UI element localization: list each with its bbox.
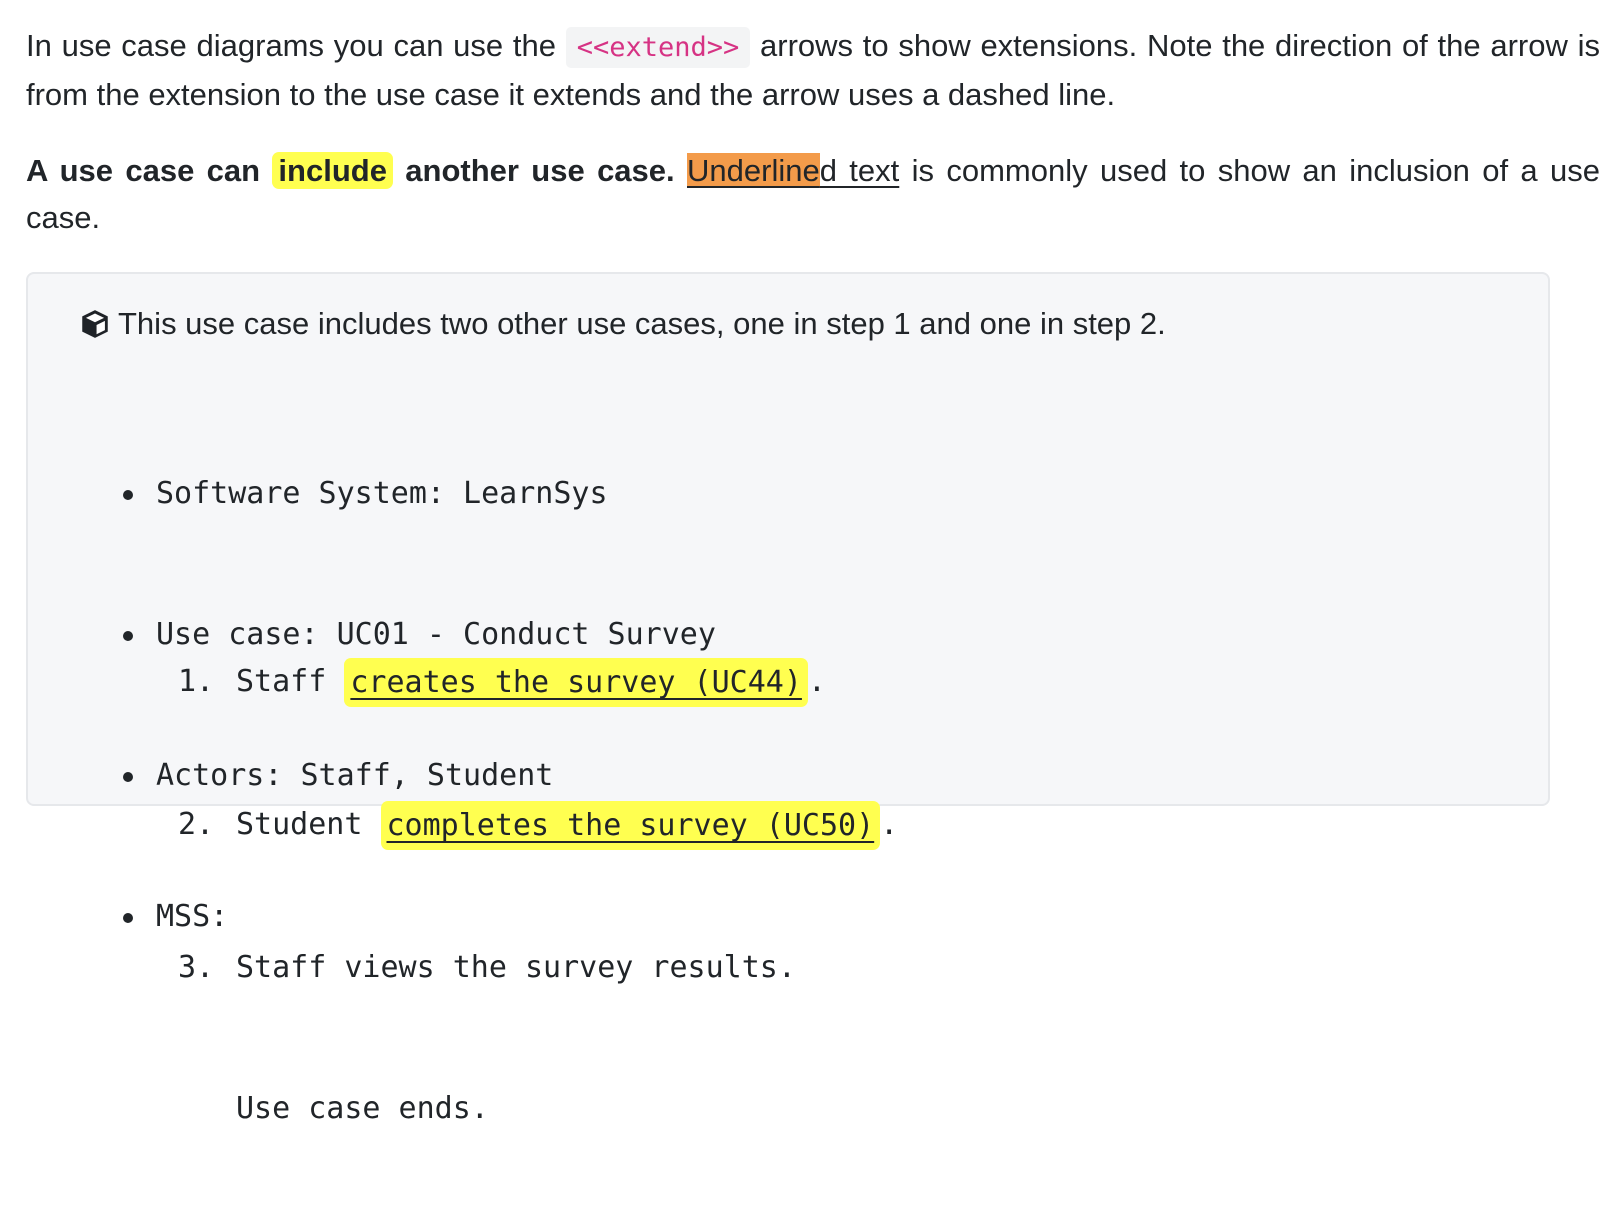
extend-code: <<extend>>: [565, 27, 751, 68]
step-end: .: [807, 664, 826, 699]
underlined-text-example: Underlined text: [687, 153, 899, 188]
ending-text: Use case ends.: [236, 1091, 489, 1126]
step-end: .: [880, 807, 899, 842]
box-icon: [82, 309, 108, 338]
include-highlight: include: [272, 152, 393, 189]
extend-paragraph: In use case diagrams you can use the <<e…: [26, 22, 1600, 118]
underline-rest: d text: [819, 153, 900, 188]
example-box: This use case includes two other use cas…: [26, 272, 1550, 1126]
mss-step: 1. Staff creates the survey (UC44).: [178, 658, 898, 707]
mss-steps: 1. Staff creates the survey (UC44). 2. Stu…: [178, 564, 898, 1226]
bold-after: another use case.: [392, 153, 675, 188]
use-case-ending: Use case ends.: [178, 1085, 898, 1132]
fact-software-system: Software System: LearnSys: [108, 470, 716, 517]
mss-step: 3. Staff views the survey results.: [178, 944, 898, 991]
include-paragraph: A use case can include another use case.…: [26, 147, 1600, 241]
intro-text: This use case includes two other use cas…: [118, 306, 1166, 341]
step-number: 1.: [178, 664, 215, 699]
bold-before: A use case can: [26, 153, 273, 188]
included-use-case-uc50[interactable]: completes the survey (UC50): [380, 801, 881, 850]
step-number: 2.: [178, 807, 215, 842]
mss-step: 2. Student completes the survey (UC50).: [178, 801, 898, 850]
example-intro: This use case includes two other use cas…: [78, 300, 1166, 347]
underline-selection-highlight: Underline: [687, 153, 820, 188]
step-text: Staff: [236, 664, 345, 699]
include-bold-sentence: A use case can include another use case.: [26, 152, 675, 189]
included-use-case-uc44[interactable]: creates the survey (UC44): [344, 658, 808, 707]
page: In use case diagrams you can use the <<e…: [0, 0, 1604, 1126]
step-text: Student: [236, 807, 381, 842]
step-number: 3.: [178, 950, 215, 985]
step-text: Staff views the survey results.: [236, 950, 796, 985]
para1-text-before: In use case diagrams you can use the: [26, 28, 566, 63]
